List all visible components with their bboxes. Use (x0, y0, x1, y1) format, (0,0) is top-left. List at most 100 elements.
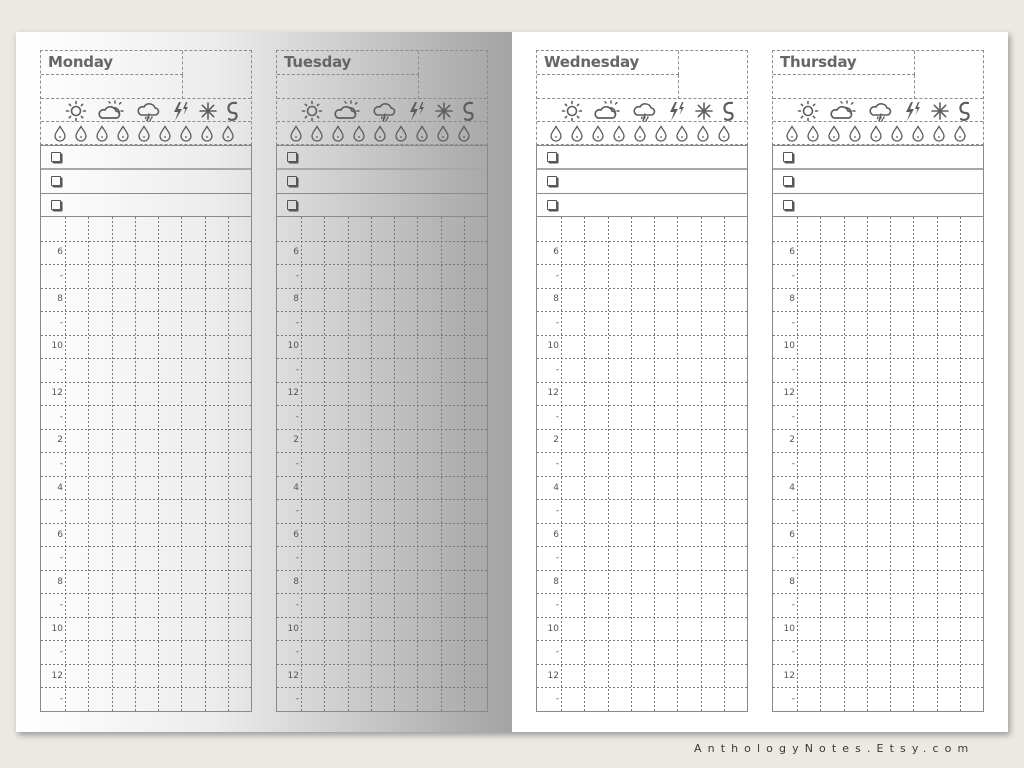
task-row[interactable] (277, 146, 487, 170)
rain-cloud-icon[interactable] (868, 100, 894, 122)
checkbox[interactable] (547, 176, 557, 186)
task-row[interactable] (773, 170, 983, 194)
wind-swirl-icon[interactable] (715, 100, 741, 122)
water-drop-icon[interactable] (394, 125, 408, 142)
date-field[interactable] (773, 75, 915, 99)
wind-swirl-icon[interactable] (951, 100, 977, 122)
water-drop-icon[interactable] (633, 125, 647, 142)
task-row[interactable] (277, 194, 487, 218)
sun-icon[interactable] (795, 100, 821, 122)
checkbox[interactable] (547, 152, 557, 162)
rain-cloud-icon[interactable] (632, 100, 658, 122)
water-drop-icon[interactable] (352, 125, 366, 142)
partly-cloudy-icon[interactable] (594, 100, 620, 122)
hourly-grid[interactable]: 6 - 8 - 10 - 12 - 2 - 4 - 6 - 8 - 10 - 12 - (276, 217, 488, 712)
snowflake-icon[interactable] (927, 100, 953, 122)
task-row[interactable] (537, 146, 747, 170)
water-drop-icon[interactable] (158, 125, 172, 142)
hourly-grid[interactable]: 6 - 8 - 10 - 12 - 2 - 4 - 6 - 8 - 10 - 12 - (536, 217, 748, 712)
rain-cloud-icon[interactable] (372, 100, 398, 122)
checkbox[interactable] (287, 200, 297, 210)
snowflake-icon[interactable] (691, 100, 717, 122)
water-drop-icon[interactable] (890, 125, 904, 142)
sun-icon[interactable] (63, 100, 89, 122)
partly-cloudy-icon[interactable] (334, 100, 360, 122)
date-field[interactable] (537, 75, 679, 99)
hour-label: 10 (547, 341, 559, 352)
wind-swirl-icon[interactable] (455, 100, 481, 122)
hourly-grid[interactable]: 6 - 8 - 10 - 12 - 2 - 4 - 6 - 8 - 10 - 12 - (40, 217, 252, 712)
water-drop-icon[interactable] (457, 125, 471, 142)
water-drop-icon[interactable] (612, 125, 626, 142)
water-drop-icon[interactable] (310, 125, 324, 142)
notes-box[interactable] (183, 51, 251, 99)
water-drop-icon[interactable] (95, 125, 109, 142)
lightning-icon[interactable] (901, 100, 927, 122)
water-drop-icon[interactable] (869, 125, 883, 142)
water-drop-icon[interactable] (717, 125, 731, 142)
hourly-grid[interactable]: 6 - 8 - 10 - 12 - 2 - 4 - 6 - 8 - 10 - 12 - (772, 217, 984, 712)
water-drop-icon[interactable] (570, 125, 584, 142)
water-drop-icon[interactable] (549, 125, 563, 142)
task-row[interactable] (41, 170, 251, 194)
water-drop-icon[interactable] (221, 125, 235, 142)
partly-cloudy-icon[interactable] (98, 100, 124, 122)
water-drop-icon[interactable] (785, 125, 799, 142)
notes-box[interactable] (915, 51, 983, 99)
water-drop-icon[interactable] (200, 125, 214, 142)
water-drop-icon[interactable] (116, 125, 130, 142)
date-field[interactable] (41, 75, 183, 99)
checkbox[interactable] (51, 152, 61, 162)
task-list (40, 145, 252, 217)
water-drop-icon[interactable] (848, 125, 862, 142)
lightning-icon[interactable] (405, 100, 431, 122)
task-row[interactable] (537, 194, 747, 218)
water-drop-icon[interactable] (74, 125, 88, 142)
water-drop-icon[interactable] (806, 125, 820, 142)
task-row[interactable] (41, 146, 251, 170)
water-drop-icon[interactable] (415, 125, 429, 142)
checkbox[interactable] (287, 152, 297, 162)
checkbox[interactable] (547, 200, 557, 210)
water-drop-icon[interactable] (675, 125, 689, 142)
water-drop-icon[interactable] (53, 125, 67, 142)
date-field[interactable] (277, 75, 419, 99)
checkbox[interactable] (287, 176, 297, 186)
checkbox[interactable] (783, 200, 793, 210)
water-drop-icon[interactable] (436, 125, 450, 142)
task-row[interactable] (537, 170, 747, 194)
checkbox[interactable] (51, 176, 61, 186)
task-row[interactable] (277, 170, 487, 194)
notes-box[interactable] (679, 51, 747, 99)
wind-swirl-icon[interactable] (219, 100, 245, 122)
partly-cloudy-icon[interactable] (830, 100, 856, 122)
sun-icon[interactable] (299, 100, 325, 122)
snowflake-icon[interactable] (431, 100, 457, 122)
water-drop-icon[interactable] (696, 125, 710, 142)
snowflake-icon[interactable] (195, 100, 221, 122)
task-row[interactable] (773, 194, 983, 218)
water-drop-icon[interactable] (289, 125, 303, 142)
water-drop-icon[interactable] (331, 125, 345, 142)
water-drop-icon[interactable] (654, 125, 668, 142)
water-drop-icon[interactable] (932, 125, 946, 142)
water-drop-icon[interactable] (953, 125, 967, 142)
water-drop-icon[interactable] (179, 125, 193, 142)
checkbox[interactable] (51, 200, 61, 210)
water-drop-icon[interactable] (137, 125, 151, 142)
lightning-icon[interactable] (665, 100, 691, 122)
task-row[interactable] (41, 194, 251, 218)
half-hour-marker: - (295, 270, 299, 281)
notes-box[interactable] (419, 51, 487, 99)
lightning-icon[interactable] (169, 100, 195, 122)
footer-shop-url[interactable]: AnthologyNotes.Etsy.com (694, 742, 974, 755)
water-drop-icon[interactable] (591, 125, 605, 142)
rain-cloud-icon[interactable] (136, 100, 162, 122)
sun-icon[interactable] (559, 100, 585, 122)
checkbox[interactable] (783, 176, 793, 186)
checkbox[interactable] (783, 152, 793, 162)
water-drop-icon[interactable] (911, 125, 925, 142)
task-row[interactable] (773, 146, 983, 170)
water-drop-icon[interactable] (373, 125, 387, 142)
water-drop-icon[interactable] (827, 125, 841, 142)
